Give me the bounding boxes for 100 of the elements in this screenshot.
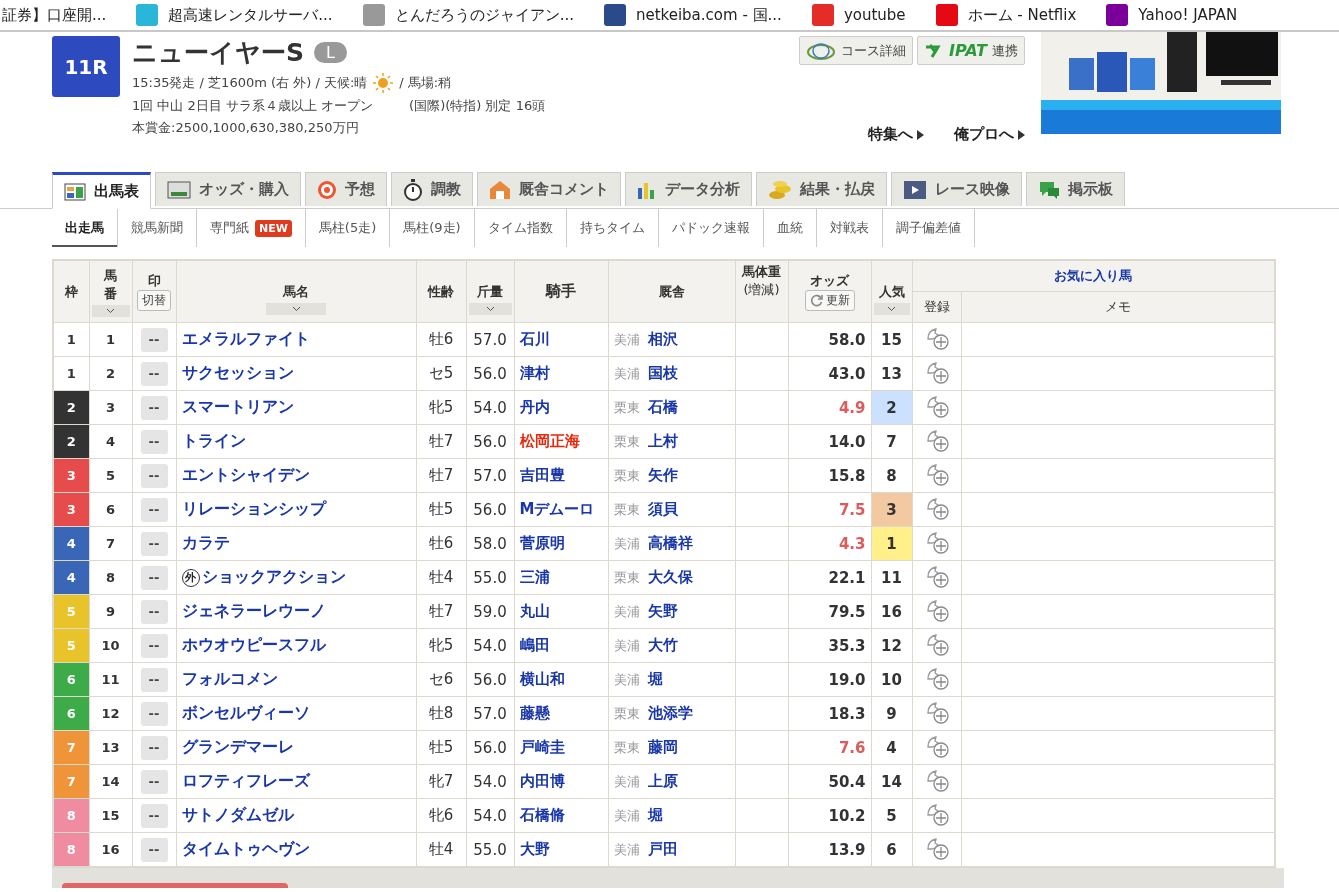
mark-button[interactable]: -- — [140, 565, 168, 590]
weight-cell: 54.0 — [466, 628, 514, 663]
bookmark-link[interactable]: netkeiba.com - 国... — [603, 4, 782, 26]
mark-button[interactable]: -- — [140, 395, 168, 420]
trainer-link[interactable]: 大久保 — [647, 568, 693, 586]
bookmark-link[interactable]: 証券】口座開... — [2, 5, 107, 25]
mark-button[interactable]: -- — [140, 667, 168, 692]
toggle-button[interactable]: 切替 — [137, 290, 171, 311]
page-tab[interactable]: オッズ・購入 — [155, 172, 301, 206]
trainer-link[interactable]: 戸田 — [647, 840, 678, 858]
mark-button[interactable]: -- — [140, 769, 168, 794]
trainer-link[interactable]: 池添学 — [647, 704, 693, 722]
page-tab[interactable]: 出馬表 — [52, 172, 151, 209]
trainer-link[interactable]: 矢作 — [647, 466, 678, 484]
feature-link[interactable]: 特集へ — [868, 125, 924, 144]
region-label: 栗東 — [613, 706, 640, 721]
sub-tab[interactable]: 対戦表 — [816, 209, 883, 247]
weight-cell: 58.0 — [466, 526, 514, 561]
barn-icon — [489, 179, 511, 200]
column-header[interactable]: 馬 番 — [89, 260, 132, 323]
jockey-link[interactable]: 藤懸 — [519, 704, 550, 722]
column-header[interactable]: 斤量 — [466, 260, 514, 323]
sub-tab[interactable]: 専門紙 NEW — [197, 209, 306, 247]
sub-tab[interactable]: 血統 — [763, 209, 817, 247]
trainer-link[interactable]: 堀 — [647, 806, 663, 824]
odds-cell: 4.3 — [788, 526, 871, 561]
coins-icon — [768, 179, 792, 200]
column-header[interactable]: 馬名 — [176, 260, 416, 323]
refresh-button[interactable]: 更新 — [804, 290, 855, 311]
mark-button[interactable]: -- — [140, 633, 168, 658]
ticket-icon — [167, 180, 191, 199]
weight-cell: 57.0 — [466, 458, 514, 493]
trainer-link[interactable]: 国枝 — [647, 364, 678, 382]
page-tab[interactable]: 厩舎コメント — [477, 172, 621, 206]
horse-name-link[interactable]: トライン — [181, 431, 246, 452]
region-label: 美浦 — [613, 366, 640, 381]
jockey-link[interactable]: 三浦 — [519, 568, 550, 586]
mark-button[interactable]: -- — [140, 463, 168, 488]
sub-tab[interactable]: 馬柱(5走) — [305, 209, 391, 247]
jockey-link[interactable]: 大野 — [519, 840, 550, 858]
sub-tab[interactable]: 馬柱(9走) — [390, 209, 475, 247]
trainer-link[interactable]: 堀 — [647, 670, 663, 688]
bookmark-link[interactable]: Yahoo! JAPAN — [1106, 4, 1238, 26]
triangle-right-icon — [1018, 129, 1025, 140]
jockey-link[interactable]: 丸山 — [519, 602, 550, 620]
column-header[interactable]: 人気 — [871, 260, 912, 323]
bookmark-link[interactable]: youtube — [811, 4, 906, 26]
sub-tab[interactable]: タイム指数 — [474, 209, 567, 247]
mark-button[interactable]: -- — [140, 701, 168, 726]
mark-button[interactable]: -- — [140, 361, 168, 386]
mark-button[interactable]: -- — [140, 531, 168, 556]
mark-button[interactable]: -- — [140, 837, 168, 862]
jockey-link[interactable]: 石川 — [519, 330, 550, 348]
page-tab[interactable]: 予想 — [305, 172, 387, 206]
trainer-link[interactable]: 須貝 — [647, 500, 678, 518]
odds-cell: 7.5 — [788, 492, 871, 527]
feature-link[interactable]: 俺プロへ — [954, 125, 1025, 144]
popularity-cell: 6 — [871, 832, 912, 867]
trainer-link[interactable]: 大竹 — [647, 636, 678, 654]
jockey-link[interactable]: 津村 — [519, 364, 550, 382]
trainer-link[interactable]: 上原 — [647, 772, 678, 790]
sub-tab[interactable]: パドック速報 — [658, 209, 764, 247]
mark-button[interactable]: -- — [140, 803, 168, 828]
sub-tab[interactable]: 競馬新聞 — [118, 209, 197, 247]
trainer-link[interactable]: 藤岡 — [647, 738, 678, 756]
mark-button[interactable]: -- — [140, 497, 168, 522]
region-label: 美浦 — [613, 774, 640, 789]
jockey-link[interactable]: 丹内 — [519, 398, 550, 416]
trainer-link[interactable]: 上村 — [647, 432, 678, 450]
odds-cell: 35.3 — [788, 628, 871, 663]
course-detail-button[interactable]: コース詳細 — [799, 36, 913, 65]
trainer-link[interactable]: 矢野 — [647, 602, 678, 620]
weight-cell: 56.0 — [466, 662, 514, 697]
frame-number-cell: 7 — [53, 764, 89, 799]
mark-button[interactable]: -- — [140, 429, 168, 454]
page-tab[interactable]: レース映像 — [891, 172, 1022, 206]
horse-name-link[interactable]: カラテ — [181, 533, 230, 554]
mark-button[interactable]: -- — [140, 735, 168, 760]
page-tab[interactable]: 調教 — [391, 172, 473, 206]
bookmark-link[interactable]: 超高速レンタルサーバ... — [136, 4, 333, 26]
sub-tab[interactable]: 調子偏差値 — [882, 209, 975, 247]
sub-tab[interactable]: 出走馬 — [52, 209, 118, 247]
ipat-link-button[interactable]: IPAT 連携 — [917, 36, 1025, 65]
page-tab[interactable]: 掲示板 — [1026, 172, 1125, 206]
bookmark-link[interactable]: ホーム - Netflix — [935, 4, 1077, 26]
sub-tab[interactable]: 持ちタイム — [566, 209, 659, 247]
jockey-link[interactable]: 嶋田 — [519, 636, 550, 654]
horse-number-cell: 1 — [89, 322, 132, 357]
trainer-link[interactable]: 石橋 — [647, 398, 678, 416]
page-tab[interactable]: 結果・払戻 — [756, 172, 887, 206]
region-label: 栗東 — [613, 468, 640, 483]
trainer-link[interactable]: 高橋祥 — [647, 534, 693, 552]
trainer-link[interactable]: 相沢 — [647, 330, 678, 348]
chevron-down-icon — [106, 307, 115, 314]
bookmark-link[interactable]: とんだろうのジャイアン... — [362, 4, 574, 26]
sex-age-cell: 牝7 — [416, 764, 466, 799]
horse-number-cell: 8 — [89, 560, 132, 595]
mark-button[interactable]: -- — [140, 599, 168, 624]
mark-button[interactable]: -- — [140, 327, 168, 352]
page-tab[interactable]: データ分析 — [625, 172, 752, 206]
